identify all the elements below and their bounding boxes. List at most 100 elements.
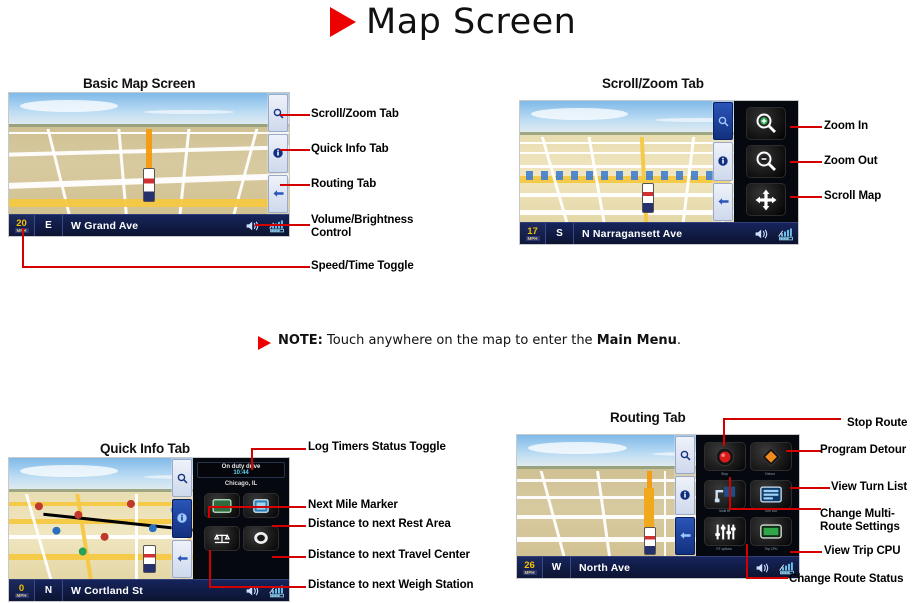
rt-options-icon[interactable] [703, 517, 746, 546]
quick-info-panel[interactable]: On duty drive 10:44 Chicago, IL [193, 458, 289, 579]
callout-speed-time-toggle: Speed/Time Toggle [311, 260, 414, 272]
stop-route-cell[interactable]: Stop [703, 442, 746, 476]
trip-cpu-cell[interactable]: Trip CPU [749, 517, 792, 551]
zoom-in-button[interactable] [746, 106, 786, 140]
scroll-zoom-tab-button[interactable] [713, 102, 733, 141]
leader-line [790, 487, 830, 489]
device-routing-tab[interactable]: Stop Detour Multi Rt Turn List RT option… [516, 434, 800, 579]
zoom-out-button[interactable] [746, 144, 786, 178]
map-tab-strip-quickinfo[interactable] [171, 458, 193, 579]
button-caption [260, 551, 261, 555]
leader-line [209, 586, 306, 588]
device-scroll-zoom-tab[interactable]: 17 MPH S N Narragansett Ave [519, 100, 799, 245]
button-caption [221, 519, 222, 523]
map-canvas-basic[interactable] [9, 93, 289, 214]
leader-line [790, 161, 822, 163]
travel-center-icon[interactable] [242, 525, 279, 551]
current-city: Chicago, IL [224, 481, 258, 487]
quick-info-tab-button[interactable] [268, 134, 288, 173]
callout-program-detour: Program Detour [820, 444, 907, 456]
quick-info-buttons[interactable] [201, 491, 282, 557]
speed-unit: MPH [525, 235, 540, 241]
leader-line [272, 525, 306, 527]
turn-list-icon[interactable] [749, 479, 792, 509]
speed-value: 17 [527, 225, 538, 237]
leader-line [723, 418, 725, 446]
routing-panel[interactable]: Stop Detour Multi Rt Turn List RT option… [696, 435, 799, 556]
callout-quick-info-tab: Quick Info Tab [311, 143, 389, 155]
speed-time-toggle[interactable]: 26 MPH [517, 557, 543, 578]
current-street-name: North Ave [579, 561, 631, 574]
status-bar-scrollzoom: 17 MPH S N Narragansett Ave [520, 222, 798, 244]
log-timers-status[interactable]: On duty drive 10:44 [197, 462, 285, 478]
note-label: NOTE: [278, 333, 323, 348]
button-caption: RT options [716, 546, 733, 551]
callout-zoom-out: Zoom Out [824, 155, 878, 167]
travel-center-cell[interactable] [242, 525, 279, 556]
speed-time-toggle[interactable]: 17 MPH [520, 223, 546, 244]
device-basic-map-screen[interactable]: 20 MPH E W Grand Ave [8, 92, 290, 237]
routing-tab-button[interactable] [268, 174, 288, 213]
quick-info-tab-button[interactable] [675, 476, 695, 515]
leader-line [729, 477, 731, 508]
routing-tab-button[interactable] [675, 516, 695, 555]
callout-distance-rest-area: Distance to next Rest Area [308, 518, 451, 530]
volume-icon[interactable] [241, 580, 265, 601]
leader-line [208, 506, 210, 518]
vehicle-marker [143, 545, 157, 574]
vehicle-marker [643, 526, 656, 555]
leader-line [729, 508, 821, 510]
scroll-zoom-tab-button[interactable] [675, 436, 695, 475]
leader-line [255, 224, 310, 226]
speed-time-toggle[interactable]: 0 MPH [9, 580, 35, 601]
rt-options-cell[interactable]: RT options [703, 517, 746, 551]
routing-tab-button[interactable] [172, 539, 192, 578]
callout-distance-weigh-station: Distance to next Weigh Station [308, 579, 474, 591]
speed-value: 26 [524, 559, 535, 571]
note-text-after: . [676, 333, 682, 348]
leader-line [280, 184, 310, 186]
heading-indicator: W [543, 557, 571, 578]
map-tab-strip-routing[interactable] [674, 435, 696, 556]
multi-route-icon[interactable] [703, 479, 746, 509]
map-tab-strip-basic[interactable] [267, 93, 289, 214]
trip-cpu-icon[interactable] [749, 517, 792, 546]
button-caption [221, 551, 222, 555]
routing-buttons[interactable]: Stop Detour Multi Rt Turn List RT option… [701, 438, 795, 553]
leader-line [251, 448, 306, 450]
callout-view-turn-list: View Turn List [831, 481, 908, 493]
page-title-block: Map Screen [330, 2, 576, 42]
rest-area-cell[interactable] [242, 493, 279, 523]
log-timer-value: 10:44 [233, 470, 249, 476]
stop-route-icon[interactable] [703, 442, 746, 471]
volume-icon[interactable] [751, 557, 775, 578]
note-block: NOTE: Touch anywhere on the map to enter… [258, 333, 681, 350]
routing-tab-button[interactable] [713, 182, 733, 221]
scroll-map-button[interactable] [746, 183, 786, 217]
callout-next-mile-marker: Next Mile Marker [308, 499, 398, 511]
button-caption: Stop [721, 471, 728, 476]
scroll-zoom-tab-button[interactable] [172, 459, 192, 498]
detour-icon[interactable] [749, 442, 792, 471]
heading-indicator: S [546, 223, 574, 244]
vehicle-marker [143, 168, 155, 203]
leader-line [22, 266, 310, 268]
speed-value: 20 [16, 217, 27, 229]
device-quick-info-tab[interactable]: On duty drive 10:44 Chicago, IL 0 MPH N … [8, 457, 290, 602]
quick-info-tab-button[interactable] [172, 499, 192, 538]
scroll-zoom-panel[interactable] [734, 101, 798, 222]
leader-line [280, 114, 310, 116]
volume-icon[interactable] [241, 215, 265, 236]
speed-unit: MPH [522, 569, 537, 575]
map-tab-strip-scrollzoom[interactable] [712, 101, 734, 222]
program-detour-cell[interactable]: Detour [749, 442, 792, 476]
callout-volume-brightness-control: Volume/Brightness Control [311, 214, 414, 239]
red-triangle-icon [330, 7, 356, 37]
leader-line [790, 551, 822, 553]
quick-info-tab-button[interactable] [713, 142, 733, 181]
poi-icon-row [525, 171, 715, 181]
leader-line [251, 448, 253, 470]
callout-zoom-in: Zoom In [824, 120, 869, 132]
volume-icon[interactable] [750, 223, 774, 244]
weigh-station-icon[interactable] [203, 525, 240, 551]
